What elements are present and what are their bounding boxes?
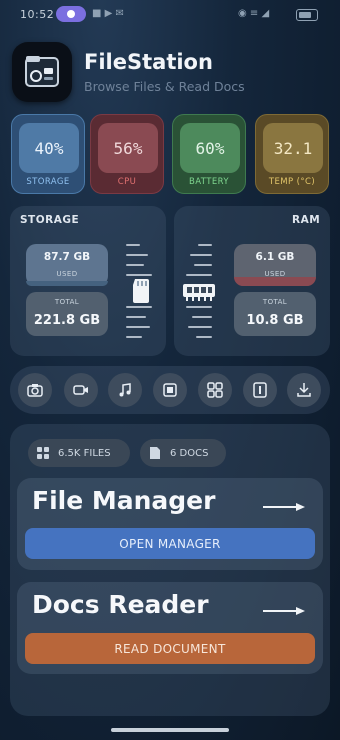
home-indicator[interactable]: [111, 728, 229, 732]
notification-icons: ■ ▶ ✉: [92, 8, 124, 19]
stat-label: BATTERY: [189, 177, 229, 187]
stat-card-temperature[interactable]: 32.1 TEMP (°C): [255, 114, 329, 194]
files-count-label: 6.5K FILES: [58, 447, 111, 459]
open-manager-button[interactable]: OPEN MANAGER: [25, 528, 315, 559]
file-manager-title: File Manager: [32, 486, 216, 515]
docs-count-chip[interactable]: 6 DOCS: [140, 439, 226, 467]
ram-used-value: 6.1 GB: [255, 251, 295, 263]
docs-reader-title: Docs Reader: [32, 590, 209, 619]
arrow-right-icon[interactable]: [262, 601, 306, 620]
stat-label: TEMP (°C): [268, 177, 316, 187]
stat-card-cpu[interactable]: 56% CPU: [90, 114, 164, 194]
app-logo: [12, 42, 72, 102]
ram-total-box: TOTAL 10.8 GB: [234, 292, 316, 336]
stat-card-battery[interactable]: 60% BATTERY: [172, 114, 246, 194]
music-button[interactable]: [108, 373, 142, 407]
video-icon: [73, 385, 88, 395]
read-document-button[interactable]: READ DOCUMENT: [25, 633, 315, 664]
app-subtitle: Browse Files & Read Docs: [84, 79, 245, 94]
stat-value: 40%: [19, 123, 79, 173]
camera-icon: [27, 384, 43, 397]
arrow-right-icon[interactable]: [262, 497, 306, 516]
storage-title: STORAGE: [20, 214, 80, 226]
sd-card-icon: [131, 278, 151, 308]
battery-icon: [296, 9, 318, 21]
video-button[interactable]: [64, 373, 98, 407]
image-icon: [163, 383, 177, 397]
stat-value: 32.1: [263, 123, 323, 173]
camera-button[interactable]: [18, 373, 52, 407]
ram-total-value: 10.8 GB: [246, 313, 304, 328]
stat-value: 56%: [98, 123, 158, 173]
storage-used-label: USED: [56, 270, 78, 278]
download-icon: [297, 383, 311, 397]
document-icon: [253, 382, 267, 398]
image-button[interactable]: [153, 373, 187, 407]
docs-count-label: 6 DOCS: [170, 447, 209, 459]
files-count-chip[interactable]: 6.5K FILES: [28, 439, 130, 467]
memory-chip-icon: [182, 280, 216, 306]
stat-value: 60%: [180, 123, 240, 173]
file-icon: [146, 444, 164, 462]
storage-used-box: 87.7 GB USED: [26, 244, 108, 286]
apps-icon: [207, 382, 223, 398]
stat-label: CPU: [117, 177, 137, 187]
signal-icons: ◉ ≡ ◢: [238, 8, 270, 19]
document-button[interactable]: [243, 373, 277, 407]
stat-card-storage[interactable]: 40% STORAGE: [11, 114, 85, 194]
storage-total-box: TOTAL 221.8 GB: [26, 292, 108, 336]
ram-used-box: 6.1 GB USED: [234, 244, 316, 286]
ram-used-fill: [234, 277, 316, 286]
ram-total-label: TOTAL: [262, 298, 288, 306]
grid-icon: [34, 444, 52, 462]
active-call-pill: [56, 6, 86, 22]
music-icon: [119, 383, 131, 397]
stat-label: STORAGE: [26, 177, 70, 187]
storage-total-value: 221.8 GB: [33, 313, 101, 328]
storage-total-label: TOTAL: [54, 298, 80, 306]
app-title: FileStation: [84, 50, 213, 74]
download-button[interactable]: [287, 373, 321, 407]
storage-used-fill: [26, 281, 108, 286]
apps-button[interactable]: [198, 373, 232, 407]
folder-camera-icon: [25, 56, 59, 87]
ram-title: RAM: [292, 214, 321, 226]
storage-used-value: 87.7 GB: [43, 251, 91, 263]
status-time: 10:52: [20, 8, 55, 21]
